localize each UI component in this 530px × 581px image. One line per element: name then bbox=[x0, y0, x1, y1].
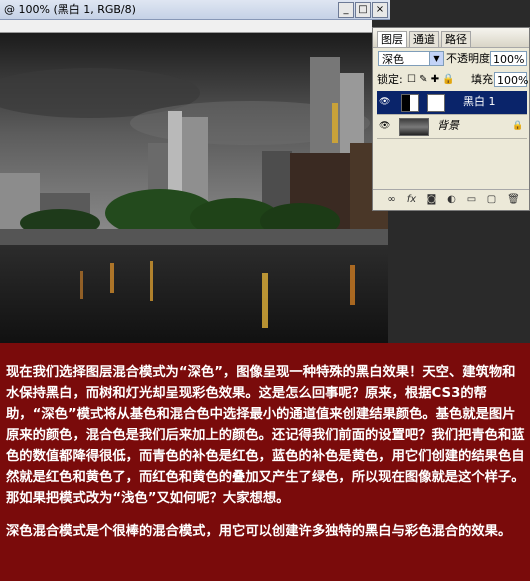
background-thumbnail bbox=[399, 118, 429, 136]
document-titlebar: @ 100% (黑白 1, RGB/8) _ □ × bbox=[0, 0, 390, 20]
minimize-button[interactable]: _ bbox=[338, 2, 354, 18]
blend-row: 深色 ▼ 不透明度: 100% bbox=[373, 49, 529, 69]
layer-name: 背景 bbox=[437, 119, 459, 132]
trash-icon[interactable]: 🗑 bbox=[507, 193, 520, 206]
fill-input[interactable]: 100% bbox=[494, 72, 528, 87]
lock-row: 锁定: ☐ ✎ ✚ 🔒 填充: 100% bbox=[373, 70, 529, 90]
fx-icon[interactable]: fx bbox=[405, 193, 418, 206]
mask-icon[interactable]: ◙ bbox=[425, 193, 438, 206]
link-icon[interactable]: ∞ bbox=[385, 193, 398, 206]
layer-row-bw[interactable]: 👁 黑白 1 bbox=[377, 91, 527, 115]
tab-layers[interactable]: 图层 bbox=[377, 31, 407, 47]
caption-text: 现在我们选择图层混合模式为“深色”，图像呈现一种特殊的黑白效果！天空、建筑物和水… bbox=[6, 362, 526, 542]
caption-paragraph-1: 现在我们选择图层混合模式为“深色”，图像呈现一种特殊的黑白效果！天空、建筑物和水… bbox=[6, 365, 525, 506]
chevron-down-icon: ▼ bbox=[429, 52, 443, 65]
lock-label: 锁定: bbox=[377, 73, 403, 86]
layer-row-background[interactable]: 👁 背景 🔒 bbox=[377, 115, 527, 139]
panel-tabs: 图层 通道 路径 bbox=[373, 28, 529, 48]
adjustment-thumbnail bbox=[401, 94, 419, 112]
maximize-button[interactable]: □ bbox=[355, 2, 371, 18]
layer-mask-thumbnail bbox=[427, 94, 445, 112]
city-river-photo bbox=[0, 33, 388, 343]
new-layer-icon[interactable]: ▢ bbox=[485, 193, 498, 206]
screenshot-area: @ 100% (黑白 1, RGB/8) _ □ × 图层 通道 路径 深色 ▼… bbox=[0, 0, 530, 343]
document-title: @ 100% (黑白 1, RGB/8) bbox=[4, 3, 136, 16]
caption-paragraph-2: 深色混合模式是个很棒的混合模式，用它可以创建许多独特的黑白与彩色混合的效果。 bbox=[6, 524, 512, 539]
fill-label: 填充: bbox=[471, 73, 497, 86]
horizontal-ruler bbox=[0, 20, 372, 33]
close-button[interactable]: × bbox=[372, 2, 388, 18]
eye-icon[interactable]: 👁 bbox=[379, 121, 390, 131]
layers-panel: 图层 通道 路径 深色 ▼ 不透明度: 100% 锁定: ☐ ✎ ✚ 🔒 填充:… bbox=[372, 27, 530, 211]
adjustment-icon[interactable]: ◐ bbox=[445, 193, 458, 206]
blend-mode-select[interactable]: 深色 ▼ bbox=[378, 51, 444, 66]
layer-name: 黑白 1 bbox=[463, 95, 496, 108]
lock-icon: 🔒 bbox=[512, 121, 524, 131]
opacity-input[interactable]: 100% bbox=[490, 51, 527, 66]
tab-channels[interactable]: 通道 bbox=[409, 31, 439, 47]
eye-icon[interactable]: 👁 bbox=[379, 97, 390, 107]
opacity-label: 不透明度: bbox=[446, 52, 494, 65]
tab-paths[interactable]: 路径 bbox=[441, 31, 471, 47]
blend-mode-value: 深色 bbox=[382, 53, 404, 66]
panel-footer: ∞ fx ◙ ◐ ▭ ▢ 🗑 bbox=[373, 189, 529, 210]
group-icon[interactable]: ▭ bbox=[465, 193, 478, 206]
lock-icons[interactable]: ☐ ✎ ✚ 🔒 bbox=[407, 72, 455, 87]
